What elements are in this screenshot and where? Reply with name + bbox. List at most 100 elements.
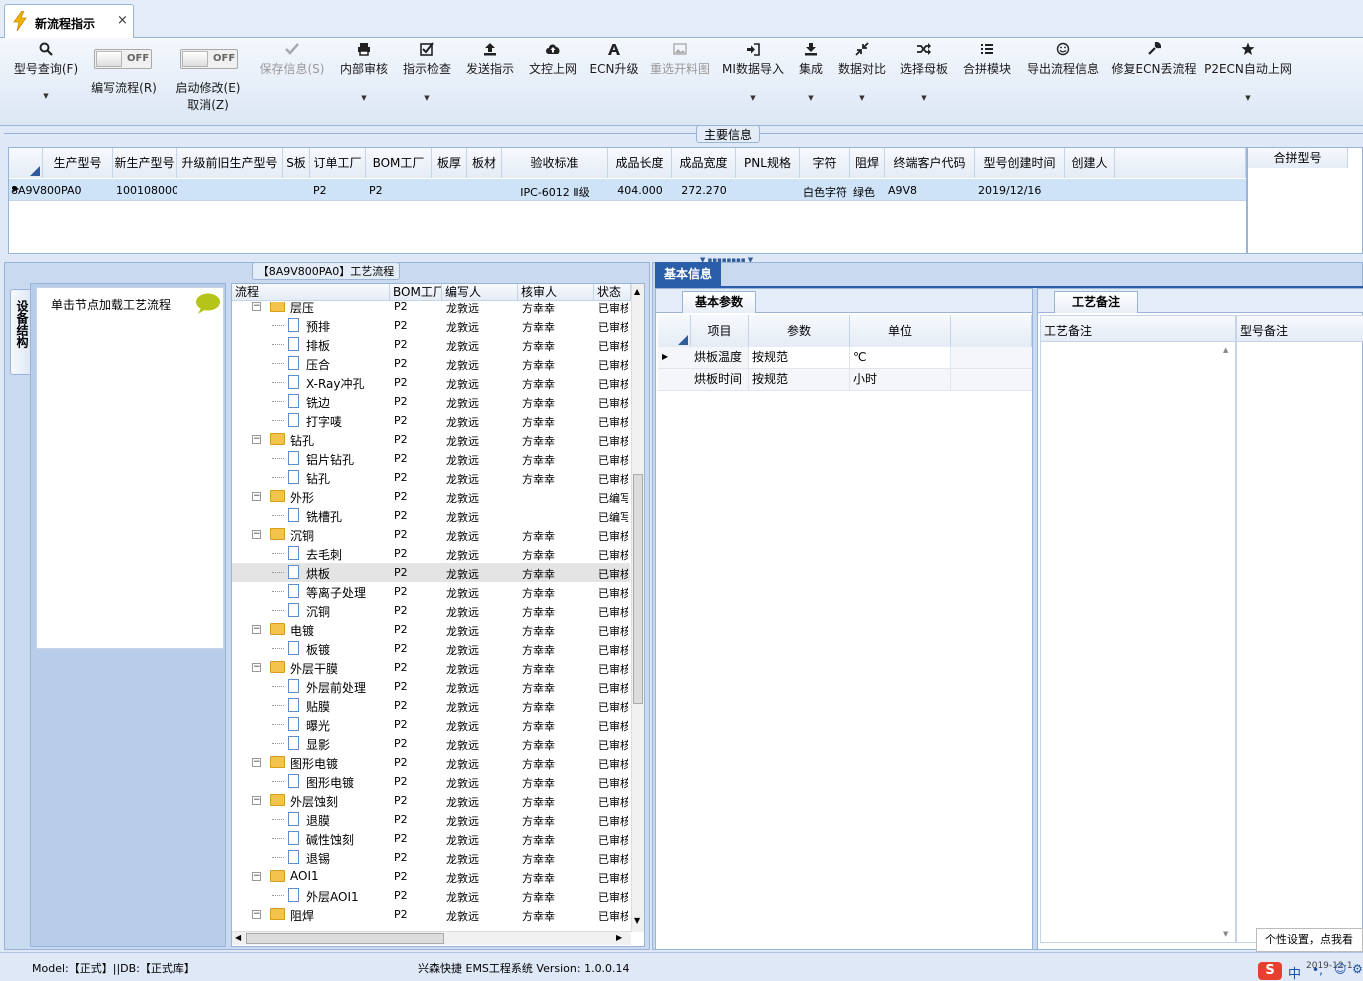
chevron-down-icon[interactable]: ▼ (808, 94, 813, 102)
tree-row[interactable]: 图形电镀 P2 龙敦远 方幸幸 已审核 (232, 772, 630, 791)
table-cell[interactable]: IPC-6012 Ⅱ级 (502, 184, 608, 200)
scroll-right-icon[interactable]: ▶ (616, 933, 622, 942)
tree-row[interactable]: − 阻焊 P2 龙敦远 方幸幸 已审核 (232, 905, 630, 924)
process-notes-box[interactable]: 工艺备注 ▲ ▼ (1040, 315, 1236, 943)
tree-row[interactable]: 排板 P2 龙敦远 方幸幸 已审核 (232, 335, 630, 354)
tree-row[interactable]: − 图形电镀 P2 龙敦远 方幸幸 已审核 (232, 753, 630, 772)
vertical-tab-equipment-structure[interactable]: 设备结构 (10, 289, 32, 375)
instruction-check-button[interactable]: 指示检查 ▼ (398, 38, 456, 124)
tree-row[interactable]: 退锡 P2 龙敦远 方幸幸 已审核 (232, 848, 630, 867)
export-process-info-button[interactable]: 导出流程信息 (1022, 38, 1104, 124)
tree-row[interactable]: − 沉铜 P2 龙敦远 方幸幸 已审核 (232, 525, 630, 544)
param-row[interactable]: ▶ 烘板温度 按规范 ℃ (658, 347, 1032, 369)
table-cell[interactable]: 绿色 (850, 184, 885, 200)
tree-row[interactable]: 钻孔 P2 龙敦远 方幸幸 已审核 (232, 468, 630, 487)
table-cell[interactable]: P2 (310, 184, 366, 197)
tree-row[interactable]: 压合 P2 龙敦远 方幸幸 已审核 (232, 354, 630, 373)
chevron-down-icon[interactable]: ▼ (921, 94, 926, 102)
tree-row[interactable]: 碱性蚀刻 P2 龙敦远 方幸幸 已审核 (232, 829, 630, 848)
collapse-icon[interactable]: − (252, 625, 261, 634)
internal-audit-button[interactable]: 内部审核 ▼ (336, 38, 392, 124)
tree-row[interactable]: 打字唛 P2 龙敦远 方幸幸 已审核 (232, 411, 630, 430)
tree-row[interactable]: − 电镀 P2 龙敦远 方幸幸 已审核 (232, 620, 630, 639)
emoji-icon[interactable]: ☺ (1334, 962, 1347, 976)
chevron-down-icon[interactable]: ▼ (43, 92, 48, 100)
tree-column-header[interactable]: 编写人 (442, 284, 518, 301)
column-header[interactable]: 升级前旧生产型号 (177, 148, 283, 178)
tree-row[interactable]: − 外形 P2 龙敦远 已编写 (232, 487, 630, 506)
table-cell[interactable]: A9V8 (885, 184, 975, 197)
tree-row[interactable]: 烘板 P2 龙敦远 方幸幸 已审核 (232, 563, 630, 582)
reselect-cutting-diagram-button[interactable]: 重选开料图 (646, 38, 714, 124)
model-query-button[interactable]: 型号查询(F) ▼ (8, 38, 84, 124)
mi-data-import-button[interactable]: MI数据导入 ▼ (720, 38, 786, 124)
tree-row[interactable]: − 钻孔 P2 龙敦远 方幸幸 已审核 (232, 430, 630, 449)
column-header[interactable]: 阻焊 (850, 148, 885, 178)
tab-basic-info[interactable]: 基本信息 (655, 262, 721, 286)
table-cell[interactable]: 2019/12/16 (975, 184, 1065, 197)
tree-row[interactable]: 外层前处理 P2 龙敦远 方幸幸 已审核 (232, 677, 630, 696)
merge-module-button[interactable]: 合拼模块 (958, 38, 1016, 124)
scroll-down-icon[interactable]: ▼ (1223, 930, 1228, 938)
collapse-icon[interactable]: − (252, 492, 261, 501)
tree-row[interactable]: − 外层蚀刻 P2 龙敦远 方幸幸 已审核 (232, 791, 630, 810)
tree-row[interactable]: 铣边 P2 龙敦远 方幸幸 已审核 (232, 392, 630, 411)
column-header[interactable]: 字符 (800, 148, 850, 178)
tree-row[interactable]: − 外层干膜 P2 龙敦远 方幸幸 已审核 (232, 658, 630, 677)
table-cell[interactable]: P2 (366, 184, 432, 197)
tab-process-notes[interactable]: 工艺备注 (1054, 291, 1138, 313)
column-header[interactable]: 创建人 (1065, 148, 1115, 178)
tree-row[interactable]: 板镀 P2 龙敦远 方幸幸 已审核 (232, 639, 630, 658)
collapse-icon[interactable]: − (252, 530, 261, 539)
chevron-down-icon[interactable]: ▼ (859, 94, 864, 102)
param-cell[interactable]: 按规范 (749, 347, 850, 368)
tree-row[interactable]: 预排 P2 龙敦远 方幸幸 已审核 (232, 316, 630, 335)
send-instruction-button[interactable]: 发送指示 (462, 38, 518, 124)
scroll-thumb[interactable] (633, 474, 643, 704)
chevron-down-icon[interactable]: ▼ (424, 94, 429, 102)
table-cell[interactable]: 272.270 (672, 184, 736, 197)
column-header[interactable]: BOM工厂 (366, 148, 432, 178)
tree-row[interactable]: − 层压 P2 龙敦远 方幸幸 已审核 (232, 302, 630, 316)
tree-column-header[interactable]: BOM工厂 (390, 284, 442, 301)
collapse-icon[interactable]: − (252, 758, 261, 767)
scroll-down-icon[interactable]: ▼ (634, 916, 640, 925)
collapse-icon[interactable]: − (252, 435, 261, 444)
model-notes-box[interactable]: 型号备注 (1236, 315, 1363, 943)
cancel-label[interactable]: 取消(Z) (168, 96, 248, 113)
save-info-button[interactable]: 保存信息(S) (254, 38, 330, 124)
param-cell[interactable]: 烘板温度 (691, 347, 749, 368)
column-header[interactable]: 型号创建时间 (975, 148, 1065, 178)
table-cell[interactable]: 10010800048523 (113, 184, 177, 197)
column-header[interactable]: 成品宽度 (672, 148, 736, 178)
table-cell[interactable]: 404.000 (608, 184, 672, 197)
tab-new-process[interactable]: 新流程指示 × (4, 4, 134, 38)
column-header[interactable]: S板 (283, 148, 310, 178)
horizontal-scrollbar[interactable]: ◀ ▶ (232, 931, 631, 945)
settings-icon[interactable]: ⚙ (1352, 962, 1363, 976)
tree-row[interactable]: 铝片钻孔 P2 龙敦远 方幸幸 已审核 (232, 449, 630, 468)
param-cell[interactable]: ℃ (850, 347, 951, 368)
tree-row[interactable]: 退膜 P2 龙敦远 方幸幸 已审核 (232, 810, 630, 829)
column-header[interactable]: PNL规格 (736, 148, 800, 178)
tree-row[interactable]: − AOI1 P2 龙敦远 方幸幸 已审核 (232, 867, 630, 886)
ime-tooltip[interactable]: 个性设置，点我看 (1256, 928, 1363, 952)
column-header[interactable]: 生产型号 (43, 148, 113, 178)
close-icon[interactable]: × (117, 13, 128, 28)
chevron-down-icon[interactable]: ▼ (1245, 94, 1250, 102)
tree-column-header[interactable]: 状态 (594, 284, 631, 301)
tree-row[interactable]: 铣槽孔 P2 龙敦远 已编写 (232, 506, 630, 525)
scroll-left-icon[interactable]: ◀ (235, 933, 241, 942)
column-header[interactable]: 订单工厂 (310, 148, 366, 178)
integrate-button[interactable]: 集成 ▼ (792, 38, 830, 124)
tree-column-header[interactable]: 流程 (232, 284, 390, 301)
table-row[interactable]: ▶ 8A9V800PA010010800048523P2P2IPC-6012 Ⅱ… (9, 179, 1246, 201)
scroll-up-icon[interactable]: ▲ (1223, 346, 1228, 354)
collapse-icon[interactable]: − (252, 910, 261, 919)
chevron-down-icon[interactable]: ▼ (750, 94, 755, 102)
tree-row[interactable]: X-Ray冲孔 P2 龙敦远 方幸幸 已审核 (232, 373, 630, 392)
p2ecn-auto-publish-button[interactable]: P2ECN自动上网 ▼ (1204, 38, 1292, 124)
equipment-tree[interactable]: 单击节点加载工艺流程 (36, 287, 224, 649)
punctuation-icon[interactable]: •, (1312, 963, 1323, 977)
tree-row[interactable]: 外层AOI1 P2 龙敦远 方幸幸 已审核 (232, 886, 630, 905)
